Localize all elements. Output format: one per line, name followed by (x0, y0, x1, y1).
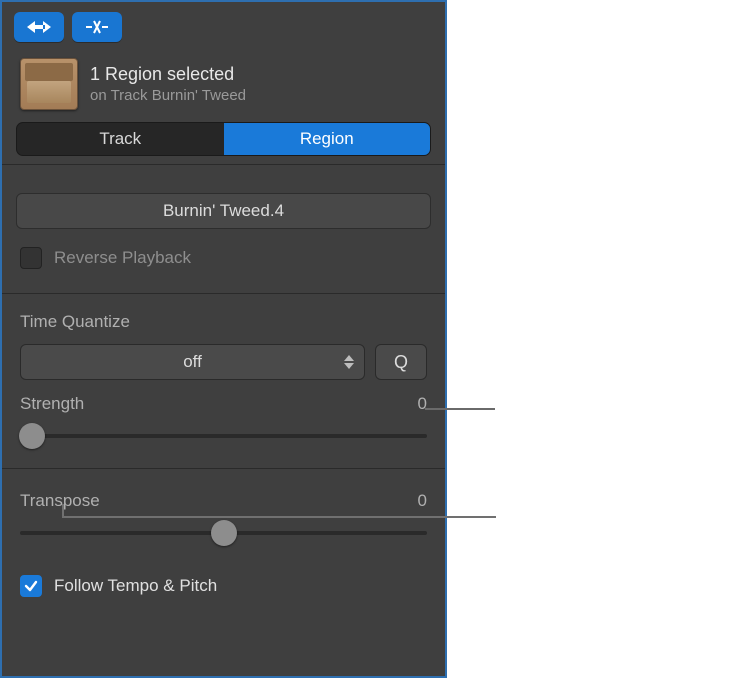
region-thumbnail-icon (20, 58, 78, 110)
time-quantize-section: Time Quantize off Q Strength 0 (2, 294, 445, 460)
slider-track-line (20, 434, 427, 438)
strength-header: Strength 0 (20, 380, 427, 422)
region-header-subtitle: on Track Burnin' Tweed (90, 87, 246, 104)
transpose-section: Transpose 0 (2, 469, 445, 557)
time-quantize-row: off Q (20, 344, 427, 380)
tab-region[interactable]: Region (224, 123, 431, 155)
strength-label: Strength (20, 394, 84, 414)
track-region-segmented[interactable]: Track Region (16, 122, 431, 156)
region-name-field[interactable]: Burnin' Tweed.4 (16, 193, 431, 229)
region-header: 1 Region selected on Track Burnin' Tweed (2, 48, 445, 122)
snap-icon-button[interactable] (72, 12, 122, 42)
follow-tempo-row: Follow Tempo & Pitch (2, 557, 445, 605)
region-name-wrap: Burnin' Tweed.4 (2, 165, 445, 245)
strength-slider-thumb[interactable] (19, 423, 45, 449)
callout-line (62, 516, 496, 518)
time-quantize-title: Time Quantize (20, 312, 427, 332)
transpose-header: Transpose 0 (20, 491, 427, 519)
transpose-value: 0 (418, 491, 427, 511)
region-header-text: 1 Region selected on Track Burnin' Tweed (90, 64, 246, 104)
region-header-title: 1 Region selected (90, 64, 246, 85)
transpose-slider[interactable] (20, 519, 427, 547)
strength-value: 0 (418, 394, 427, 414)
link-icon-button[interactable] (14, 12, 64, 42)
follow-tempo-checkbox[interactable] (20, 575, 42, 597)
transpose-slider-thumb[interactable] (211, 520, 237, 546)
quantize-button[interactable]: Q (375, 344, 427, 380)
reverse-playback-checkbox[interactable] (20, 247, 42, 269)
strength-slider[interactable] (20, 422, 427, 450)
reverse-playback-row: Reverse Playback (2, 245, 445, 293)
track-region-segmented-wrap: Track Region (2, 122, 445, 164)
chevron-up-down-icon (344, 355, 354, 369)
reverse-playback-label: Reverse Playback (54, 248, 191, 268)
transpose-label: Transpose (20, 491, 100, 511)
top-toolbar (2, 2, 445, 48)
callout-line (425, 408, 495, 410)
region-inspector-panel: 1 Region selected on Track Burnin' Tweed… (0, 0, 447, 678)
follow-tempo-label: Follow Tempo & Pitch (54, 576, 217, 596)
time-quantize-value: off (183, 352, 202, 372)
time-quantize-select[interactable]: off (20, 344, 365, 380)
tab-track[interactable]: Track (17, 123, 224, 155)
